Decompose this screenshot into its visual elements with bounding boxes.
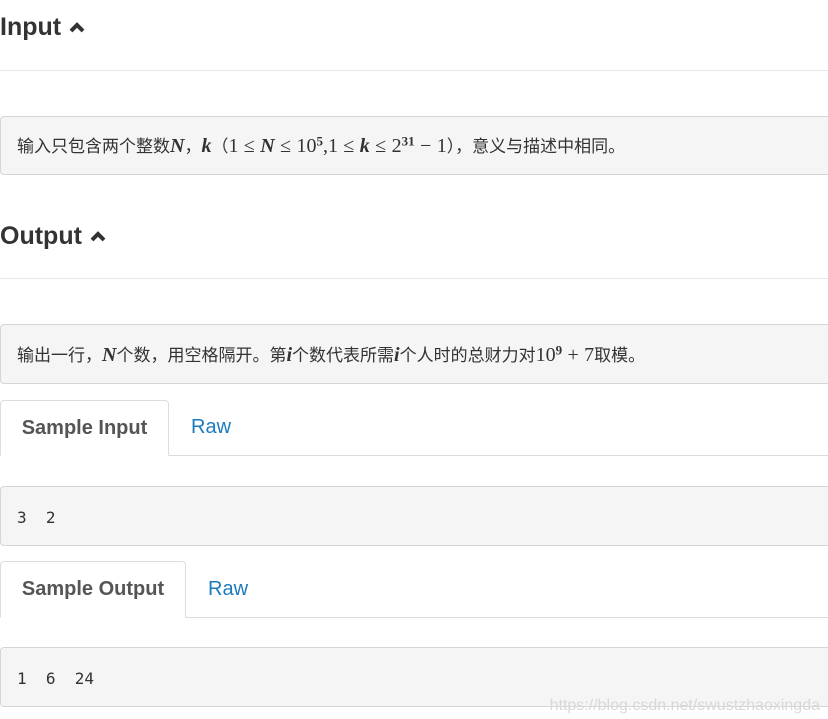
desc-text: 个数代表所需 [292, 346, 395, 366]
chevron-up-icon[interactable] [69, 21, 85, 33]
math-num: 10 [296, 135, 317, 157]
tab-label: Raw [191, 416, 232, 438]
desc-text: 取模。 [594, 346, 646, 366]
desc-text: ， [184, 137, 202, 157]
tab-sample-input[interactable]: Sample Input [0, 400, 169, 456]
output-description-panel: 输出一行，N个数，用空格隔开。第i个数代表所需i个人时的总财力对109 + 7取… [0, 324, 828, 384]
math-var-n: N [260, 135, 275, 157]
math-op: + [567, 344, 579, 366]
math-op: ≤ [375, 135, 387, 157]
desc-text: 个数，用空格隔开。第 [116, 346, 287, 366]
desc-text: 输出一行， [17, 346, 102, 366]
math-op: ≤ [343, 135, 355, 157]
tab-sample-output[interactable]: Sample Output [0, 561, 186, 618]
math-var-k: k [201, 135, 212, 157]
math-op: ≤ [280, 135, 292, 157]
output-title: Output [0, 221, 82, 250]
math-num: 7 [584, 344, 595, 366]
output-header[interactable]: Output [0, 219, 106, 253]
math-exp: 31 [401, 133, 415, 149]
math-num: 1 [228, 135, 239, 157]
desc-text: ），意义与描述中相同。 [446, 137, 626, 157]
input-header[interactable]: Input [0, 10, 85, 44]
math-op: ≤ [243, 135, 255, 157]
output-description: 输出一行，N个数，用空格隔开。第i个数代表所需i个人时的总财力对109 + 7取… [17, 341, 645, 367]
chevron-up-icon[interactable] [90, 230, 106, 242]
math-num: 10 [535, 344, 556, 366]
input-title: Input [0, 12, 62, 41]
math-num: 1 [436, 135, 447, 157]
divider [0, 278, 828, 279]
math-num: 1 [328, 135, 338, 157]
tab-raw-input[interactable]: Raw [191, 416, 231, 439]
watermark: https://blog.csdn.net/swustzhaoxingda [549, 697, 820, 714]
input-description-panel: 输入只包含两个整数N，k（1 ≤ N ≤ 105,1 ≤ k ≤ 231 − 1… [0, 116, 828, 175]
sample-output-code: 1 6 24 [17, 669, 95, 688]
sample-input-code: 3 2 [17, 508, 56, 527]
input-description: 输入只包含两个整数N，k（1 ≤ N ≤ 105,1 ≤ k ≤ 231 − 1… [17, 132, 625, 158]
desc-text: 输入只包含两个整数 [17, 137, 170, 157]
math-var-k: k [359, 135, 370, 157]
tab-raw-output[interactable]: Raw [208, 578, 248, 601]
sample-input-box: 3 2 [0, 486, 828, 546]
math-exp: 9 [555, 342, 563, 358]
tab-label: Sample Output [21, 578, 165, 600]
desc-text: 个人时的总财力对 [399, 346, 536, 366]
math-num: 2 [391, 135, 402, 157]
tab-label: Sample Input [21, 416, 148, 439]
desc-text: （ [211, 137, 229, 157]
tab-label: Raw [208, 578, 249, 600]
math-op: − [420, 135, 432, 157]
divider [0, 70, 828, 71]
math-var-n: N [102, 344, 117, 366]
math-var-n: N [170, 135, 185, 157]
